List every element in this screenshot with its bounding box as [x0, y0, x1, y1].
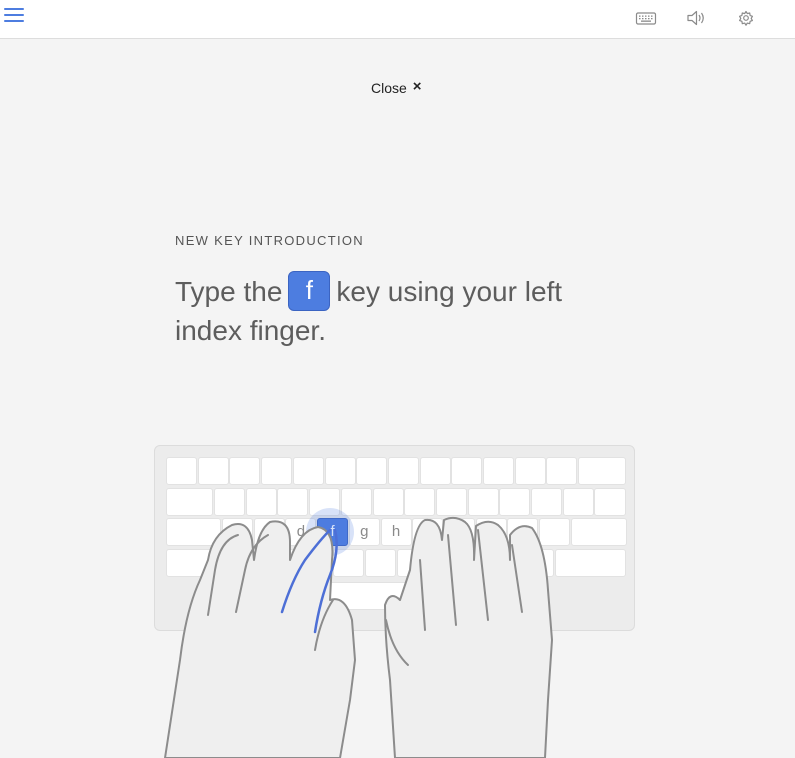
close-icon: × [412, 77, 422, 95]
keyboard-key [238, 549, 269, 577]
keyboard-key [451, 457, 483, 485]
keyboard-key [197, 457, 229, 485]
lesson-instruction: Type the f key using your left index finge… [175, 270, 635, 350]
keyboard-key [269, 549, 301, 577]
hamburger-menu-icon[interactable] [4, 6, 26, 26]
keyboard-key [491, 549, 523, 577]
keyboard-key-j: j [412, 518, 444, 546]
keyboard-key [594, 488, 627, 516]
keyboard-key [539, 518, 570, 546]
keyboard-key [570, 518, 627, 546]
keyboard-key [578, 457, 627, 485]
keyboard-key [507, 518, 539, 546]
keyboard-icon[interactable] [635, 8, 657, 28]
keyboard-key-h: h [380, 518, 412, 546]
keyboard-key [555, 549, 626, 577]
keyboard-key [277, 488, 309, 516]
keyboard-key [166, 457, 197, 485]
keyboard-key-l: l [475, 518, 507, 546]
keyboard-key [531, 488, 562, 516]
instruction-prefix: Type the [175, 276, 283, 307]
keyboard-key [166, 549, 237, 577]
keyboard-key [546, 457, 578, 485]
keyboard-key [292, 457, 324, 485]
keyboard-key [483, 457, 514, 485]
keyboard-key [467, 488, 499, 516]
speaker-icon[interactable] [685, 8, 707, 28]
key-press-glow [306, 508, 354, 556]
keyboard-key-s: s [253, 518, 285, 546]
keyboard-key [514, 457, 546, 485]
keyboard-key-k: k [443, 518, 475, 546]
keyboard-key [523, 549, 555, 577]
keyboard-key [324, 457, 356, 485]
keyboard-spacebar [316, 582, 480, 610]
close-button[interactable]: Close × [371, 77, 422, 97]
keyboard-key [166, 488, 213, 516]
gear-icon[interactable] [735, 8, 757, 28]
hands-illustration [164, 516, 553, 758]
keyboard-key [364, 549, 396, 577]
keyboard-key [435, 488, 467, 516]
close-label: Close [371, 80, 407, 96]
keyboard-key [404, 488, 436, 516]
keyboard-key [419, 457, 451, 485]
keyboard-key [459, 549, 491, 577]
keyboard-key-a: a [222, 518, 253, 546]
keyboard-key [261, 457, 293, 485]
keyboard-key [356, 457, 388, 485]
keyboard-key [340, 488, 372, 516]
keyboard-key [229, 457, 261, 485]
keyboard-key [372, 488, 404, 516]
keyboard-key [396, 549, 428, 577]
keyboard-key [245, 488, 277, 516]
keyboard-key [387, 457, 419, 485]
keyboard-key [214, 488, 245, 516]
top-toolbar [0, 0, 795, 39]
keyboard-key [499, 488, 531, 516]
keyboard-key [562, 488, 594, 516]
keyboard-key [428, 549, 460, 577]
keyboard-key [166, 518, 221, 546]
target-key-badge: f [288, 270, 331, 311]
lesson-eyebrow: NEW KEY INTRODUCTION [175, 233, 364, 248]
